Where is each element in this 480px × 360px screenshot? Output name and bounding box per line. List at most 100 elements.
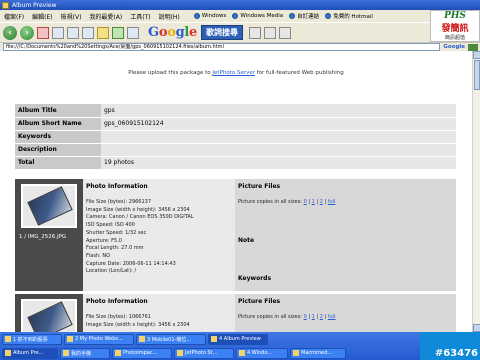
search-icon[interactable] (82, 26, 94, 39)
print-icon[interactable] (278, 26, 291, 39)
task-button[interactable]: JetPhoto St... (174, 347, 234, 359)
phs-ad-banner[interactable]: PHS 發簡訊 簡訊超值 (430, 10, 480, 42)
window-icon (67, 336, 73, 342)
camera-image (27, 186, 73, 226)
size-link-1[interactable]: 1 (312, 199, 315, 205)
table-row: Album Short Name gps_060915102124 (15, 117, 456, 131)
links-bar: Windows Windows Media 自訂連結 免費的 Hotmail (193, 12, 379, 20)
keywords-label: Keywords (238, 275, 272, 282)
task-button[interactable]: Macromed... (290, 347, 346, 359)
menu-bar: 檔案(F) 編輯(E) 檢視(V) 我的最愛(A) 工具(T) 說明(H) Wi… (0, 10, 430, 22)
window-icon (177, 350, 183, 356)
note-label: Note (238, 237, 255, 244)
msn-icon[interactable] (248, 26, 261, 39)
system-tray: #63476 (420, 332, 480, 360)
scroll-up-arrow[interactable] (473, 51, 480, 59)
messenger-icon[interactable] (263, 26, 276, 39)
clock: #63476 (434, 348, 478, 359)
vertical-scrollbar[interactable] (472, 51, 480, 332)
globe-icon (289, 13, 296, 19)
window-icon (5, 336, 11, 342)
info-heading: Photo Information (86, 183, 148, 190)
info-heading: Photo Information (86, 298, 148, 305)
picture-files: Picture Files Picture copies in all size… (235, 179, 456, 291)
window-icon (211, 336, 217, 342)
task-button[interactable]: PhotoImpac... (112, 347, 172, 359)
task-button[interactable]: 4 Windo... (236, 347, 288, 359)
picture-files: Picture Files Picture copies in all size… (235, 294, 456, 332)
task-button[interactable]: 1 抓不到的股票 (2, 333, 62, 345)
photo-filename: 1 / IMG_2526.JPG (19, 234, 67, 240)
photo-thumbnail[interactable] (21, 299, 77, 332)
window-title: Album Preview (12, 1, 57, 9)
task-button[interactable]: Album Pre... (2, 347, 58, 359)
menu-favorites[interactable]: 我的最愛(A) (89, 12, 122, 21)
address-input[interactable]: file:///C:/Documents%20and%20Settings/Ac… (3, 43, 441, 51)
jetphoto-server-link[interactable]: JetPhoto Server (212, 70, 255, 76)
size-link-full[interactable]: full (328, 314, 336, 320)
link-hotmail[interactable]: 免費的 Hotmail (325, 12, 373, 20)
menu-view[interactable]: 檢視(V) (61, 12, 82, 21)
google-search-label[interactable]: Google (443, 44, 465, 50)
extra-toolbar-icons (248, 26, 294, 39)
task-button[interactable]: 3 Mobile01-機位... (136, 333, 206, 345)
link-custom[interactable]: 自訂連結 (289, 12, 319, 20)
refresh-icon[interactable] (52, 26, 64, 39)
taskbar-row: 1 抓不到的股票 2 My Photo Webs... 3 Mobile01-機… (0, 332, 420, 346)
size-link-2[interactable]: 2 (320, 199, 323, 205)
table-row: Total 19 photos (15, 156, 456, 170)
scroll-down-arrow[interactable] (473, 324, 480, 332)
go-icon[interactable] (468, 43, 478, 51)
photo-thumbnail[interactable] (21, 184, 77, 228)
size-link-1[interactable]: 1 (312, 314, 315, 320)
window-icon (239, 350, 245, 356)
scroll-thumb[interactable] (474, 60, 480, 90)
banner-sub: 簡訊超值 (444, 35, 465, 41)
size-link-full[interactable]: full (328, 199, 336, 205)
history-icon[interactable] (112, 26, 124, 39)
window-icon (293, 350, 299, 356)
page-content: Please upload this package to JetPhoto S… (0, 51, 472, 332)
window-icon (139, 336, 145, 342)
window-icon (115, 350, 121, 356)
picture-copies: Picture copies in all sizes: 0 | 1 | 2 |… (238, 199, 336, 205)
size-link-0[interactable]: 0 (304, 314, 307, 320)
upload-notice: Please upload this package to JetPhoto S… (128, 70, 344, 76)
web-search-button[interactable]: 歌詞搜尋 (200, 25, 243, 40)
photo-entry: 1 / IMG_2526.JPG Photo Information File … (15, 179, 456, 291)
thumbnail-column (15, 294, 83, 332)
size-link-0[interactable]: 0 (304, 199, 307, 205)
album-info-table: Album Title gps Album Short Name gps_06091… (15, 104, 456, 170)
banner-main: 發簡訊 (441, 24, 469, 34)
globe-icon (232, 13, 239, 19)
ie-icon (2, 1, 9, 9)
globe-icon (193, 13, 200, 19)
menu-help[interactable]: 說明(H) (159, 12, 180, 21)
window-icon (63, 350, 69, 356)
banner-title: PHS (444, 11, 466, 21)
mail-icon[interactable] (127, 26, 139, 39)
toolbar: ‹ › Google 歌詞搜尋 (0, 22, 430, 42)
favorites-icon[interactable] (97, 26, 109, 39)
forward-button[interactable]: › (20, 25, 34, 40)
table-row: Description (15, 143, 456, 157)
photo-entry: Photo Information File Size (bytes): 106… (15, 294, 456, 332)
photo-information: Photo Information File Size (bytes): 296… (83, 179, 235, 291)
files-heading: Picture Files (238, 183, 281, 190)
task-button[interactable]: 我的手機 (60, 347, 110, 359)
link-windows[interactable]: Windows (193, 12, 226, 20)
menu-tools[interactable]: 工具(T) (130, 12, 150, 21)
stop-icon[interactable] (37, 26, 49, 39)
task-button[interactable]: 4 Album Preview (208, 333, 268, 345)
menu-edit[interactable]: 編輯(E) (32, 12, 52, 21)
globe-icon (325, 13, 332, 19)
link-windows-media[interactable]: Windows Media (232, 12, 283, 20)
menu-file[interactable]: 檔案(F) (4, 12, 24, 21)
files-heading: Picture Files (238, 298, 281, 305)
back-button[interactable]: ‹ (3, 25, 17, 40)
address-bar: file:///C:/Documents%20and%20Settings/Ac… (0, 42, 480, 51)
size-link-2[interactable]: 2 (320, 314, 323, 320)
home-icon[interactable] (67, 26, 79, 39)
google-logo: Google (148, 25, 197, 40)
task-button[interactable]: 2 My Photo Webs... (64, 333, 134, 345)
